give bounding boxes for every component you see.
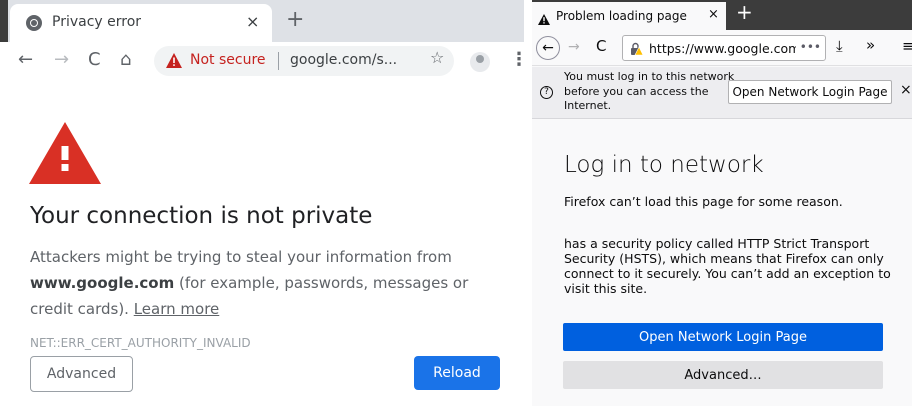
- chrome-error-page: Your connection is not private Attackers…: [0, 80, 524, 406]
- learn-more-link[interactable]: Learn more: [134, 300, 220, 318]
- forward-arrow-icon[interactable]: →: [54, 49, 69, 71]
- firefox-error-page: Log in to network Firefox can’t load thi…: [532, 120, 912, 406]
- notification-message: You must log in to this network before y…: [564, 70, 735, 112]
- url-bar[interactable]: https://www.google.com •••: [622, 35, 826, 61]
- page-actions-icon[interactable]: •••: [795, 40, 821, 54]
- advanced-button[interactable]: Advanced…: [563, 361, 883, 389]
- url-text[interactable]: https://www.google.com: [649, 41, 800, 56]
- reload-icon[interactable]: C: [88, 49, 101, 71]
- home-icon[interactable]: ⌂: [120, 49, 131, 71]
- large-warning-icon: [29, 122, 101, 188]
- menu-kebab-icon[interactable]: ⋮: [510, 49, 524, 71]
- page-title: Log in to network: [564, 152, 764, 178]
- page-title: Your connection is not private: [30, 203, 373, 229]
- captive-portal-notification: ? You must log in to this network before…: [532, 67, 912, 119]
- tab-title: Problem loading page: [556, 9, 687, 23]
- advanced-button[interactable]: Advanced: [30, 356, 133, 392]
- back-arrow-icon[interactable]: ←: [18, 49, 33, 71]
- notification-close-icon[interactable]: ×: [900, 82, 912, 98]
- back-arrow-icon[interactable]: ←: [536, 36, 560, 60]
- chrome-tab-privacy-error[interactable]: Privacy error ×: [10, 4, 272, 42]
- new-tab-button[interactable]: +: [286, 9, 304, 31]
- description-text: Attackers might be trying to steal your …: [30, 248, 452, 266]
- warning-triangle-icon: [538, 10, 550, 29]
- new-tab-button[interactable]: +: [736, 2, 753, 22]
- not-secure-label[interactable]: Not secure: [190, 52, 266, 68]
- download-icon[interactable]: ⤓: [836, 38, 843, 54]
- chrome-toolbar: ← → C ⌂ Not secure google.com/s... ☆ ⋮: [0, 42, 524, 80]
- firefox-tab-strip: Problem loading page × +: [532, 0, 912, 30]
- tab-close-icon[interactable]: ×: [708, 7, 719, 23]
- chrome-window: Privacy error × + ← → C ⌂ Not secure goo…: [0, 0, 524, 406]
- question-icon: ?: [540, 86, 553, 99]
- firefox-nav-bar: ← → C https://www.google.com ••• ⤓ » ≡: [532, 30, 912, 66]
- forward-arrow-icon[interactable]: →: [568, 39, 580, 55]
- site-host: www.google.com: [30, 274, 175, 292]
- open-network-login-page-primary-button[interactable]: Open Network Login Page: [563, 323, 883, 351]
- firefox-tab-problem-loading[interactable]: Problem loading page ×: [532, 2, 726, 30]
- firefox-window: Problem loading page × + ← → C https://w…: [532, 0, 912, 406]
- globe-icon: [26, 15, 42, 31]
- insecure-lock-icon[interactable]: [629, 41, 644, 60]
- tab-title: Privacy error: [52, 14, 142, 30]
- warning-triangle-icon[interactable]: [166, 53, 182, 72]
- warning-description: Attackers might be trying to steal your …: [30, 244, 500, 322]
- hamburger-menu-icon[interactable]: ≡: [902, 38, 912, 54]
- open-network-login-page-button[interactable]: Open Network Login Page: [728, 80, 892, 104]
- address-bar[interactable]: Not secure google.com/s...: [154, 46, 454, 76]
- tab-close-icon[interactable]: ×: [246, 12, 259, 32]
- page-subtitle: Firefox can’t load this page for some re…: [564, 194, 843, 209]
- screenshot-divider: [524, 0, 532, 406]
- error-code: NET::ERR_CERT_AUTHORITY_INVALID: [30, 336, 251, 350]
- bookmark-star-icon[interactable]: ☆: [430, 50, 444, 66]
- window-edge: [0, 0, 8, 42]
- omnibox-divider: [278, 52, 279, 70]
- reload-icon[interactable]: C: [596, 38, 606, 54]
- reload-button[interactable]: Reload: [414, 356, 500, 390]
- overflow-chevron-icon[interactable]: »: [866, 37, 875, 53]
- url-text[interactable]: google.com/s...: [290, 52, 397, 68]
- profile-avatar-icon[interactable]: [470, 52, 490, 72]
- chrome-tab-strip: Privacy error × +: [0, 0, 524, 42]
- hsts-description: has a security policy called HTTP Strict…: [564, 236, 891, 296]
